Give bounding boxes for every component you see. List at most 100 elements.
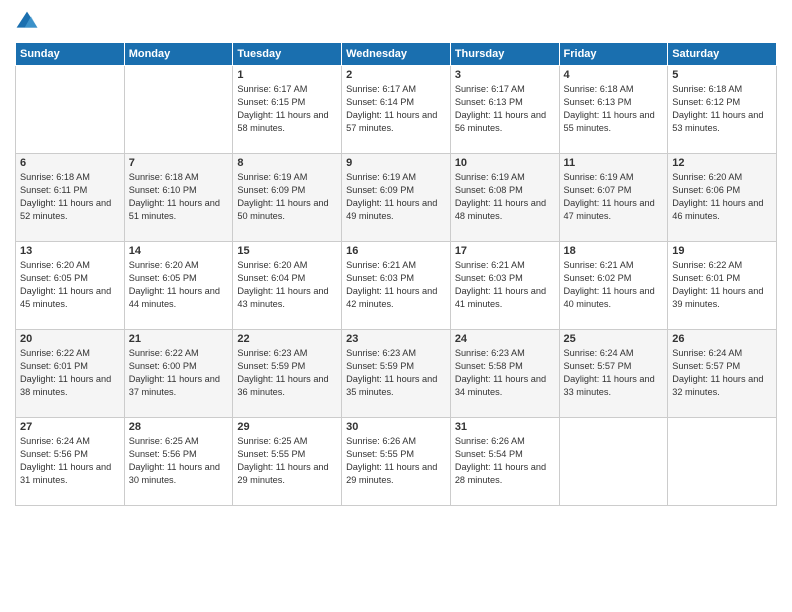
day-number: 9	[346, 157, 446, 169]
calendar-week-row: 20 Sunrise: 6:22 AM Sunset: 6:01 PM Dayli…	[16, 330, 777, 418]
day-number: 1	[237, 69, 337, 81]
calendar-week-row: 27Sunrise: 6:24 AM Sunset: 5:56 PM Dayli…	[16, 418, 777, 506]
day-info: Sunrise: 6:23 AM Sunset: 5:58 PM Dayligh…	[455, 347, 555, 399]
calendar-cell: 13 Sunrise: 6:20 AM Sunset: 6:05 PM Dayli…	[16, 242, 125, 330]
day-info: Sunrise: 6:26 AM Sunset: 5:54 PM Dayligh…	[455, 435, 555, 487]
calendar-cell: 27Sunrise: 6:24 AM Sunset: 5:56 PM Dayli…	[16, 418, 125, 506]
day-info: Sunrise: 6:20 AM Sunset: 6:05 PM Dayligh…	[129, 259, 229, 311]
day-info: Sunrise: 6:25 AM Sunset: 5:56 PM Dayligh…	[129, 435, 229, 487]
day-number: 25	[564, 333, 664, 345]
weekday-header-row: SundayMondayTuesdayWednesdayThursdayFrid…	[16, 43, 777, 66]
day-info: Sunrise: 6:18 AM Sunset: 6:12 PM Dayligh…	[672, 83, 772, 135]
calendar-cell: 20 Sunrise: 6:22 AM Sunset: 6:01 PM Dayli…	[16, 330, 125, 418]
day-number: 5	[672, 69, 772, 81]
weekday-header: Thursday	[450, 43, 559, 66]
calendar-cell: 10 Sunrise: 6:19 AM Sunset: 6:08 PM Dayli…	[450, 154, 559, 242]
calendar-cell: 30 Sunrise: 6:26 AM Sunset: 5:55 PM Dayli…	[342, 418, 451, 506]
day-number: 26	[672, 333, 772, 345]
day-number: 27	[20, 421, 120, 433]
day-number: 19	[672, 245, 772, 257]
day-number: 7	[129, 157, 229, 169]
day-number: 23	[346, 333, 446, 345]
day-number: 22	[237, 333, 337, 345]
day-info: Sunrise: 6:22 AM Sunset: 6:00 PM Dayligh…	[129, 347, 229, 399]
day-info: Sunrise: 6:21 AM Sunset: 6:03 PM Dayligh…	[346, 259, 446, 311]
page: SundayMondayTuesdayWednesdayThursdayFrid…	[0, 0, 792, 612]
calendar-cell: 26 Sunrise: 6:24 AM Sunset: 5:57 PM Dayli…	[668, 330, 777, 418]
day-number: 11	[564, 157, 664, 169]
weekday-header: Wednesday	[342, 43, 451, 66]
weekday-header: Monday	[124, 43, 233, 66]
calendar-cell: 4 Sunrise: 6:18 AM Sunset: 6:13 PM Daylig…	[559, 66, 668, 154]
calendar-cell: 23Sunrise: 6:23 AM Sunset: 5:59 PM Dayli…	[342, 330, 451, 418]
day-info: Sunrise: 6:24 AM Sunset: 5:57 PM Dayligh…	[564, 347, 664, 399]
day-number: 12	[672, 157, 772, 169]
calendar-cell: 9 Sunrise: 6:19 AM Sunset: 6:09 PM Daylig…	[342, 154, 451, 242]
day-info: Sunrise: 6:19 AM Sunset: 6:08 PM Dayligh…	[455, 171, 555, 223]
calendar-cell: 22 Sunrise: 6:23 AM Sunset: 5:59 PM Dayli…	[233, 330, 342, 418]
day-number: 21	[129, 333, 229, 345]
day-info: Sunrise: 6:25 AM Sunset: 5:55 PM Dayligh…	[237, 435, 337, 487]
day-info: Sunrise: 6:17 AM Sunset: 6:14 PM Dayligh…	[346, 83, 446, 135]
calendar-cell: 1 Sunrise: 6:17 AM Sunset: 6:15 PM Daylig…	[233, 66, 342, 154]
day-info: Sunrise: 6:21 AM Sunset: 6:02 PM Dayligh…	[564, 259, 664, 311]
calendar-cell: 5 Sunrise: 6:18 AM Sunset: 6:12 PM Daylig…	[668, 66, 777, 154]
day-info: Sunrise: 6:26 AM Sunset: 5:55 PM Dayligh…	[346, 435, 446, 487]
weekday-header: Friday	[559, 43, 668, 66]
day-number: 13	[20, 245, 120, 257]
day-info: Sunrise: 6:17 AM Sunset: 6:15 PM Dayligh…	[237, 83, 337, 135]
day-number: 15	[237, 245, 337, 257]
day-info: Sunrise: 6:18 AM Sunset: 6:11 PM Dayligh…	[20, 171, 120, 223]
day-info: Sunrise: 6:18 AM Sunset: 6:10 PM Dayligh…	[129, 171, 229, 223]
day-number: 31	[455, 421, 555, 433]
day-number: 28	[129, 421, 229, 433]
calendar-cell: 28 Sunrise: 6:25 AM Sunset: 5:56 PM Dayli…	[124, 418, 233, 506]
calendar-cell: 16 Sunrise: 6:21 AM Sunset: 6:03 PM Dayli…	[342, 242, 451, 330]
calendar-cell: 12 Sunrise: 6:20 AM Sunset: 6:06 PM Dayli…	[668, 154, 777, 242]
day-number: 20	[20, 333, 120, 345]
day-info: Sunrise: 6:19 AM Sunset: 6:07 PM Dayligh…	[564, 171, 664, 223]
calendar-cell: 15 Sunrise: 6:20 AM Sunset: 6:04 PM Dayli…	[233, 242, 342, 330]
calendar-week-row: 6 Sunrise: 6:18 AM Sunset: 6:11 PM Daylig…	[16, 154, 777, 242]
calendar-cell: 11 Sunrise: 6:19 AM Sunset: 6:07 PM Dayli…	[559, 154, 668, 242]
day-number: 29	[237, 421, 337, 433]
calendar-cell: 17 Sunrise: 6:21 AM Sunset: 6:03 PM Dayli…	[450, 242, 559, 330]
day-info: Sunrise: 6:20 AM Sunset: 6:06 PM Dayligh…	[672, 171, 772, 223]
weekday-header: Sunday	[16, 43, 125, 66]
day-number: 18	[564, 245, 664, 257]
calendar-cell: 31 Sunrise: 6:26 AM Sunset: 5:54 PM Dayli…	[450, 418, 559, 506]
weekday-header: Tuesday	[233, 43, 342, 66]
calendar-cell: 18 Sunrise: 6:21 AM Sunset: 6:02 PM Dayli…	[559, 242, 668, 330]
day-info: Sunrise: 6:19 AM Sunset: 6:09 PM Dayligh…	[237, 171, 337, 223]
day-info: Sunrise: 6:21 AM Sunset: 6:03 PM Dayligh…	[455, 259, 555, 311]
day-number: 8	[237, 157, 337, 169]
calendar-cell: 7 Sunrise: 6:18 AM Sunset: 6:10 PM Daylig…	[124, 154, 233, 242]
day-info: Sunrise: 6:23 AM Sunset: 5:59 PM Dayligh…	[237, 347, 337, 399]
day-number: 17	[455, 245, 555, 257]
header	[15, 10, 777, 34]
day-info: Sunrise: 6:18 AM Sunset: 6:13 PM Dayligh…	[564, 83, 664, 135]
calendar-cell: 2 Sunrise: 6:17 AM Sunset: 6:14 PM Daylig…	[342, 66, 451, 154]
calendar-table: SundayMondayTuesdayWednesdayThursdayFrid…	[15, 42, 777, 506]
day-number: 24	[455, 333, 555, 345]
day-info: Sunrise: 6:22 AM Sunset: 6:01 PM Dayligh…	[20, 347, 120, 399]
day-number: 10	[455, 157, 555, 169]
calendar-week-row: 1 Sunrise: 6:17 AM Sunset: 6:15 PM Daylig…	[16, 66, 777, 154]
calendar-cell	[559, 418, 668, 506]
day-info: Sunrise: 6:24 AM Sunset: 5:57 PM Dayligh…	[672, 347, 772, 399]
day-number: 6	[20, 157, 120, 169]
day-number: 2	[346, 69, 446, 81]
calendar-cell: 6 Sunrise: 6:18 AM Sunset: 6:11 PM Daylig…	[16, 154, 125, 242]
day-info: Sunrise: 6:20 AM Sunset: 6:04 PM Dayligh…	[237, 259, 337, 311]
calendar-week-row: 13 Sunrise: 6:20 AM Sunset: 6:05 PM Dayli…	[16, 242, 777, 330]
calendar-cell: 24 Sunrise: 6:23 AM Sunset: 5:58 PM Dayli…	[450, 330, 559, 418]
calendar-cell: 19Sunrise: 6:22 AM Sunset: 6:01 PM Dayli…	[668, 242, 777, 330]
day-number: 16	[346, 245, 446, 257]
calendar-cell: 25 Sunrise: 6:24 AM Sunset: 5:57 PM Dayli…	[559, 330, 668, 418]
day-info: Sunrise: 6:19 AM Sunset: 6:09 PM Dayligh…	[346, 171, 446, 223]
day-info: Sunrise: 6:20 AM Sunset: 6:05 PM Dayligh…	[20, 259, 120, 311]
calendar-cell	[124, 66, 233, 154]
calendar-cell: 29 Sunrise: 6:25 AM Sunset: 5:55 PM Dayli…	[233, 418, 342, 506]
day-number: 30	[346, 421, 446, 433]
day-number: 4	[564, 69, 664, 81]
